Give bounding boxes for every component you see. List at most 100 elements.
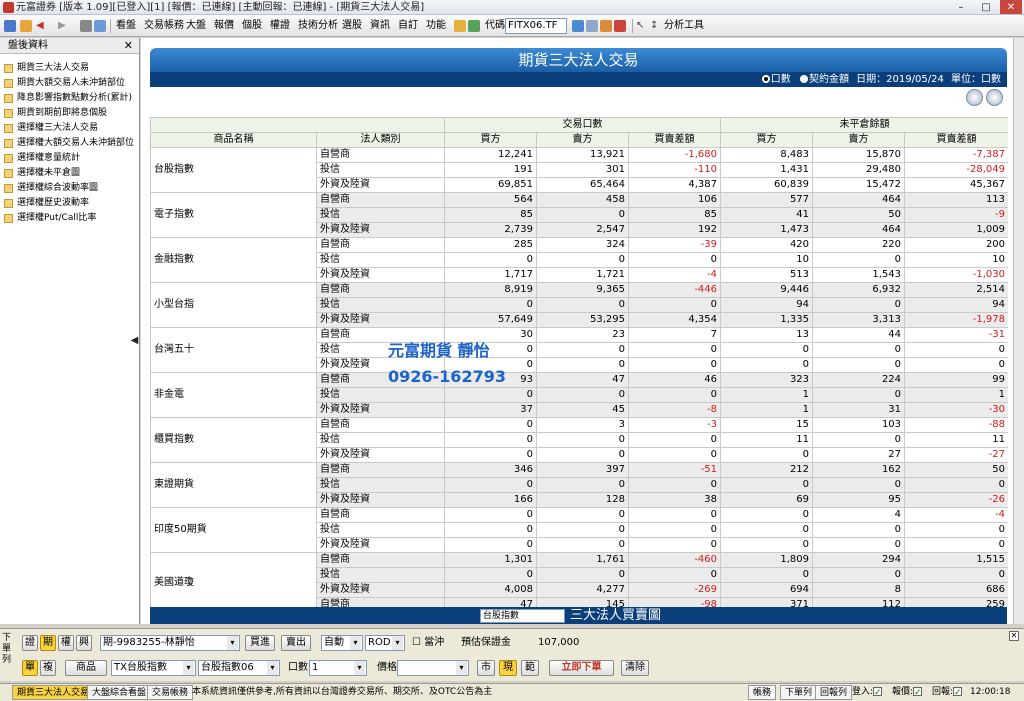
sell-button[interactable]: 賣出 [281,635,311,651]
price-stepper[interactable] [397,660,469,676]
table-row[interactable]: 電子指數 自營商 564 458 106 577 464 113 [150,192,1008,238]
account-select[interactable]: 期-9983255-林靜怡 [100,635,240,651]
radio-amount[interactable] [799,75,808,83]
menu-custom[interactable]: 自訂 [398,15,418,36]
record-icon[interactable] [614,20,626,32]
analysis-tools-menu[interactable]: 分析工具 [664,15,704,36]
print-icon[interactable] [986,89,1003,106]
sidebar-item[interactable]: 期貨到期前即將息個股 [0,106,139,121]
home-icon[interactable] [20,20,32,32]
window-icon[interactable] [94,20,106,32]
tab-market-overview[interactable]: 大盤綜合看盤 [87,685,152,700]
forward-icon[interactable]: ▶ [58,15,66,36]
submit-order-button[interactable]: 立即下單 [549,660,614,676]
sidebar-item-label: 選擇權歷史波動率 [17,198,90,208]
auto-select[interactable]: 自動 [321,635,363,651]
current-price-button[interactable]: 現 [499,660,517,676]
buy-button[interactable]: 買進 [245,635,275,651]
code-input[interactable]: FITX06.TF [505,18,567,34]
table-row[interactable]: 櫃買指數 自營商 0 3 -3 15 103 -88 [150,417,1008,463]
split-icon[interactable]: ↕ [650,15,658,36]
export-icon[interactable] [966,89,983,106]
sidebar-item[interactable]: 選擇權三大法人交易 [0,121,139,136]
report-unit: 單位：口數 [951,74,1001,85]
clear-button[interactable]: 清除 [621,660,649,676]
checkbox-icon[interactable] [468,20,480,32]
panel-scrollbar[interactable] [1013,38,1024,624]
menu-function[interactable]: 功能 [426,15,446,36]
menu-trade[interactable]: 交易帳務 [144,15,184,36]
sidebar-item[interactable]: 降息影響指數點數分析(累計) [0,91,139,106]
print-icon[interactable] [80,20,92,32]
tab-options[interactable]: 權 [58,635,74,651]
menu-stock[interactable]: 個股 [242,15,262,36]
menu-screener[interactable]: 選股 [342,15,362,36]
sidebar-item[interactable]: 選擇權意量統計 [0,151,139,166]
sidebar-item[interactable]: 選擇權未平倉圖 [0,166,139,181]
table-row[interactable]: 台灣五十 自營商 30 23 7 13 44 -31 [150,327,1008,373]
grid-icon[interactable] [4,20,16,32]
sidebar-item[interactable]: 選擇權Put/Call比率 [0,211,139,226]
account-toggle[interactable]: 帳務 [748,685,777,700]
oi-sell-cell: 464 [812,192,906,208]
report-bar-toggle[interactable]: 回報列 [815,685,853,700]
minimize-icon[interactable]: – [950,0,972,14]
menu-info[interactable]: 資訊 [370,15,390,36]
sidebar-item[interactable]: 期貨三大法人交易 [0,61,139,76]
type-cell: 外資及陸資 [316,402,445,418]
tab-emerging[interactable]: 興 [76,635,92,651]
order-bar-toggle[interactable]: 下單列 [780,685,818,700]
qty-stepper[interactable]: 1 [309,660,367,676]
table-row[interactable]: 非金電 自營商 93 47 46 323 224 99 [150,372,1008,418]
close-icon[interactable]: ✕ [124,38,133,54]
trade-sell-cell: 1,761 [536,552,629,568]
single-order-button[interactable]: 單 [22,660,38,676]
sidebar-item[interactable]: 選擇權綜合波動率圖 [0,181,139,196]
multi-order-button[interactable]: 複 [40,660,56,676]
product-button[interactable]: 商品 [65,660,107,676]
back-icon[interactable]: ◀ [36,15,44,36]
table-row[interactable]: 美國道瓊 自營商 1,301 1,761 -460 1,809 294 1,515 [150,552,1008,607]
maximize-icon[interactable]: □ [975,0,997,14]
sidebar-item-label: 期貨大額交易人未沖銷部位 [17,78,126,88]
table-row[interactable]: 金融指數 自營商 285 324 -39 420 220 200 [150,237,1008,283]
table-row[interactable]: 東證期貨 自營商 346 397 -51 212 162 50 [150,462,1008,508]
sidebar-item[interactable]: 選擇權歷史波動率 [0,196,139,211]
menu-technical[interactable]: 技術分析 [298,15,338,36]
menu-watch[interactable]: 看盤 [116,15,136,36]
pencil-icon[interactable] [454,20,466,32]
menu-warrant[interactable]: 權證 [270,15,290,36]
menu-quote[interactable]: 報價 [214,15,234,36]
sidebar-item[interactable]: 選擇權大額交易人未沖銷部位 [0,136,139,151]
trade-diff-cell: -8 [627,402,722,418]
chart-icon[interactable] [572,20,584,32]
oi-buy-cell: 0 [720,522,814,538]
oi-sell-cell: 0 [812,537,906,553]
table-row[interactable]: 小型台指 自營商 8,919 9,365 -446 9,446 6,932 2,514 [150,282,1008,328]
close-icon[interactable]: ✕ [1009,631,1019,641]
tab-securities[interactable]: 證 [22,635,38,651]
sidebar-item[interactable]: 期貨大額交易人未沖銷部位 [0,76,139,91]
tab-futures[interactable]: 期 [40,635,56,651]
market-price-button[interactable]: 市 [477,660,495,676]
daytrade-checkbox[interactable]: ☐ 當沖 [412,635,444,651]
menu-market[interactable]: 大盤 [186,15,206,36]
contract-select[interactable]: 台股指數06 [198,660,280,676]
alert-icon[interactable] [600,20,612,32]
app-icon [3,2,14,13]
search-icon[interactable] [586,20,598,32]
collapse-sidebar-icon[interactable]: ◀ [130,330,139,352]
table-row[interactable]: 台股指數 自營商 12,241 13,921 -1,680 8,483 15,870 -7,3… [150,147,1008,193]
table-row[interactable]: 印度50期貨 自營商 0 0 0 0 4 -4 [150,507,1008,553]
chart-product-select[interactable]: 台股指數 [480,609,565,623]
range-price-button[interactable]: 範 [521,660,539,676]
cursor-icon[interactable]: ↖ [636,15,644,36]
type-cell: 外資及陸資 [316,447,445,463]
close-icon[interactable]: ✕ [1000,0,1022,14]
tab-futures-institutional[interactable]: 期貨三大法人交易 [12,685,95,700]
radio-contracts[interactable] [761,75,770,83]
oi-diff-cell: -1,978 [904,312,1008,328]
rod-select[interactable]: ROD [365,635,405,651]
tab-trading-account[interactable]: 交易帳務 [147,685,194,700]
product-select[interactable]: TX台股指數 [111,660,196,676]
